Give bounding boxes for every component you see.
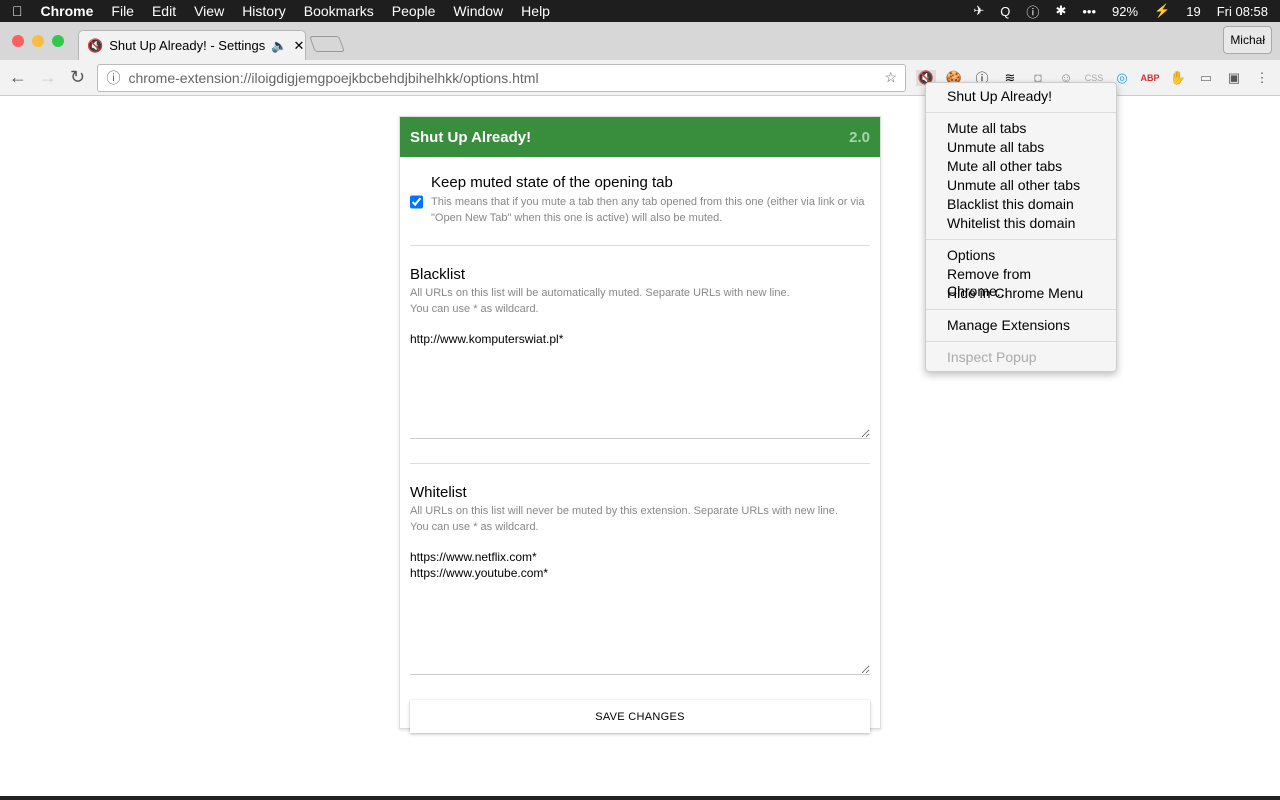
menu-edit[interactable]: Edit xyxy=(152,3,176,19)
new-tab-button[interactable] xyxy=(309,36,345,52)
reload-icon[interactable]: ↻ xyxy=(68,67,88,88)
menu-people[interactable]: People xyxy=(392,3,436,19)
paper-plane-icon[interactable]: ✈ xyxy=(973,3,984,19)
divider xyxy=(410,463,870,464)
muted-speaker-icon: 🔇 xyxy=(87,37,104,53)
abp-icon[interactable]: ABP xyxy=(1140,73,1160,83)
keep-muted-description: This means that if you mute a tab then a… xyxy=(431,196,865,224)
url-text[interactable]: chrome-extension://iloigdigjemgpoejkbcbe… xyxy=(128,70,876,86)
tab-settings[interactable]: 🔇 Shut Up Already! - Settings 🔈 ✕ xyxy=(78,30,306,60)
menu-item-extension-name[interactable]: Shut Up Already! xyxy=(926,87,1116,106)
menu-separator xyxy=(926,341,1116,342)
menu-separator xyxy=(926,239,1116,240)
blacklist-section: Blacklist All URLs on this list will be … xyxy=(410,266,870,444)
back-icon[interactable]: ← xyxy=(8,67,28,88)
gear-icon[interactable]: ✱ xyxy=(1055,3,1066,19)
star-icon[interactable]: ☆ xyxy=(884,69,897,86)
menu-separator xyxy=(926,112,1116,113)
whitelist-input[interactable] xyxy=(410,549,870,675)
keep-muted-option: Keep muted state of the opening tab This… xyxy=(410,157,870,226)
tab-strip: 🔇 Shut Up Already! - Settings 🔈 ✕ Michał xyxy=(0,22,1280,60)
info-icon[interactable]: ⓘ xyxy=(106,68,120,88)
settings-card: Shut Up Already! 2.0 Keep muted state of… xyxy=(399,116,881,733)
menu-app-chrome[interactable]: Chrome xyxy=(41,3,94,19)
clock[interactable]: Fri 08:58 xyxy=(1217,4,1268,19)
blacklist-wildcard: You can use * as wildcard. xyxy=(410,303,539,315)
css-icon[interactable]: CSS xyxy=(1084,73,1104,83)
menu-file[interactable]: File xyxy=(111,3,134,19)
menu-item-options[interactable]: Options xyxy=(926,246,1116,265)
close-icon[interactable]: ✕ xyxy=(293,38,304,54)
zoom-window-button[interactable] xyxy=(52,35,64,47)
menu-item-manage-extensions[interactable]: Manage Extensions xyxy=(926,316,1116,335)
whitelist-title: Whitelist xyxy=(410,484,467,501)
profile-button[interactable]: Michał xyxy=(1223,26,1272,54)
keep-muted-checkbox[interactable] xyxy=(410,178,423,226)
more-vert-icon[interactable]: ⋮ xyxy=(1252,70,1272,86)
keep-muted-label[interactable]: Keep muted state of the opening tab xyxy=(431,174,870,191)
whitelist-desc: All URLs on this list will never be mute… xyxy=(410,505,838,517)
tab-title: Shut Up Already! - Settings xyxy=(109,38,266,53)
address-bar[interactable]: ⓘ chrome-extension://iloigdigjemgpoejkbc… xyxy=(97,63,906,92)
divider xyxy=(410,245,870,246)
menu-item-hide[interactable]: Hide in Chrome Menu xyxy=(926,284,1116,303)
save-changes-button[interactable]: SAVE CHANGES xyxy=(410,700,870,733)
menu-bookmarks[interactable]: Bookmarks xyxy=(304,3,374,19)
close-window-button[interactable] xyxy=(12,35,24,47)
q-icon[interactable]: Q xyxy=(1000,4,1010,19)
tab-manager-icon[interactable]: ▣ xyxy=(1224,70,1244,86)
whitelist-section: Whitelist All URLs on this list will nev… xyxy=(410,484,870,680)
menu-separator xyxy=(926,309,1116,310)
menu-view[interactable]: View xyxy=(194,3,224,19)
menu-item-unmute-all[interactable]: Unmute all tabs xyxy=(926,138,1116,157)
menu-bar:  Chrome File Edit View History Bookmark… xyxy=(0,0,1280,22)
cast-icon[interactable]: ▭ xyxy=(1196,70,1216,86)
more-icon[interactable]: ••• xyxy=(1082,4,1096,19)
menu-history[interactable]: History xyxy=(242,3,286,19)
blacklist-desc: All URLs on this list will be automatica… xyxy=(410,287,790,299)
menu-item-blacklist-domain[interactable]: Blacklist this domain xyxy=(926,195,1116,214)
version: 2.0 xyxy=(849,128,870,146)
window-controls xyxy=(12,35,64,47)
menu-item-remove[interactable]: Remove from Chrome... xyxy=(926,265,1116,299)
menu-help[interactable]: Help xyxy=(521,3,550,19)
calendar-icon[interactable]: 19 xyxy=(1186,4,1200,19)
minimize-window-button[interactable] xyxy=(32,35,44,47)
onepassword-icon[interactable]: ⓘ xyxy=(1026,2,1039,21)
menu-item-mute-all[interactable]: Mute all tabs xyxy=(926,119,1116,138)
apple-icon[interactable]:  xyxy=(12,3,23,19)
menu-window[interactable]: Window xyxy=(453,3,503,19)
forward-icon[interactable]: → xyxy=(38,67,58,88)
whitelist-wildcard: You can use * as wildcard. xyxy=(410,521,539,533)
battery-percent[interactable]: 92% xyxy=(1112,4,1138,19)
card-header: Shut Up Already! 2.0 xyxy=(400,117,880,157)
menu-item-whitelist-domain[interactable]: Whitelist this domain xyxy=(926,214,1116,233)
menu-item-mute-others[interactable]: Mute all other tabs xyxy=(926,157,1116,176)
blacklist-title: Blacklist xyxy=(410,266,466,283)
extension-context-menu: Shut Up Already! Mute all tabs Unmute al… xyxy=(925,82,1117,372)
card-title: Shut Up Already! xyxy=(410,128,532,146)
adblock-icon[interactable]: ✋ xyxy=(1168,70,1188,86)
dock-edge xyxy=(0,796,1280,800)
blacklist-input[interactable] xyxy=(410,331,870,439)
menu-item-unmute-others[interactable]: Unmute all other tabs xyxy=(926,176,1116,195)
battery-icon[interactable]: ⚡ xyxy=(1154,3,1170,19)
tab-mute-icon[interactable]: 🔈 xyxy=(271,38,287,54)
menu-item-inspect-popup: Inspect Popup xyxy=(947,349,1037,365)
